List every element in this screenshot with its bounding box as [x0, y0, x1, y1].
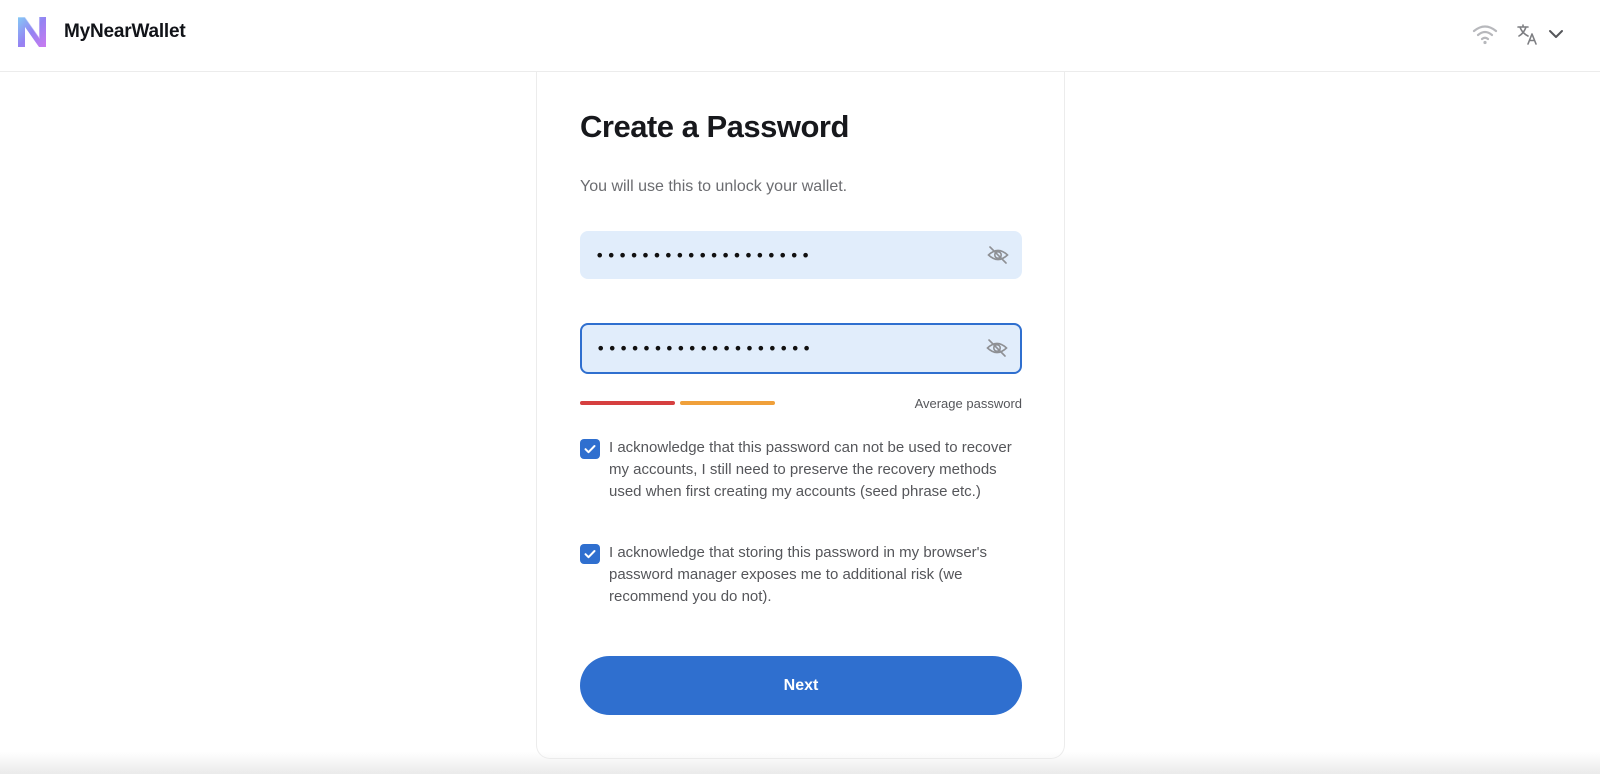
checkmark-icon	[584, 445, 596, 454]
password-input[interactable]	[595, 232, 955, 278]
toggle-visibility-icon[interactable]	[987, 245, 1009, 265]
acknowledge-browser-risk-row: I acknowledge that storing this password…	[580, 542, 1022, 608]
page-title: Create a Password	[580, 109, 849, 144]
top-actions	[1472, 22, 1566, 46]
page-subtitle: You will use this to unlock your wallet.	[580, 178, 848, 195]
toggle-visibility-icon[interactable]	[986, 338, 1008, 358]
confirm-password-field	[580, 323, 1022, 374]
password-field	[580, 231, 1022, 279]
acknowledge-recovery-checkbox[interactable]	[580, 439, 600, 459]
chevron-down-icon[interactable]	[1546, 24, 1566, 44]
top-bar: MyNearWallet	[0, 0, 1600, 72]
strength-segment	[580, 401, 675, 405]
app-name: MyNearWallet	[64, 21, 186, 42]
acknowledge-browser-risk-checkbox[interactable]	[580, 544, 600, 564]
mynearwallet-logo-icon	[18, 16, 46, 47]
next-button[interactable]: Next	[580, 656, 1022, 715]
translate-icon[interactable]	[1516, 22, 1540, 46]
password-strength-meter: Average password	[580, 396, 1022, 413]
bottom-shadow	[0, 752, 1600, 774]
create-password-card: Create a Password You will use this to u…	[536, 72, 1065, 759]
checkmark-icon	[584, 550, 596, 559]
network-status-icon[interactable]	[1472, 23, 1498, 45]
strength-segment	[680, 401, 775, 405]
acknowledge-browser-risk-label: I acknowledge that storing this password…	[609, 544, 988, 605]
strength-label: Average password	[914, 396, 1022, 411]
brand[interactable]: MyNearWallet	[14, 13, 186, 51]
acknowledge-recovery-label: I acknowledge that this password can not…	[609, 439, 1012, 500]
confirm-password-input[interactable]	[596, 325, 956, 372]
acknowledge-recovery-row: I acknowledge that this password can not…	[580, 437, 1022, 503]
